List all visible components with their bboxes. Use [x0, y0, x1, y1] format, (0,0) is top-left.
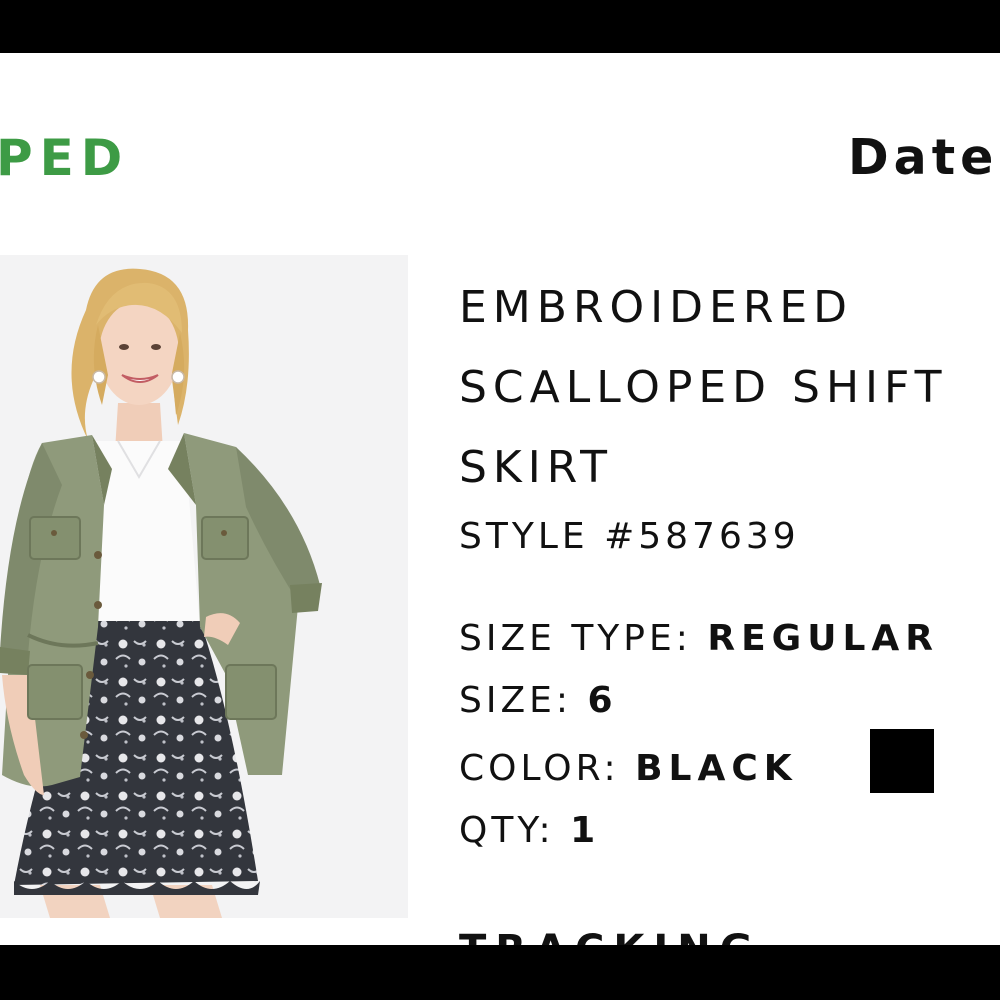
- order-status: PED: [0, 129, 130, 187]
- product-name-line-3: SKIRT: [459, 442, 614, 493]
- style-number: STYLE #587639: [459, 516, 800, 557]
- size-type-value: REGULAR: [707, 618, 939, 659]
- qty-label: QTY:: [459, 810, 555, 851]
- tracking-heading: TRACKING: [459, 930, 762, 945]
- size-type-label: SIZE TYPE:: [459, 618, 692, 659]
- size-value: 6: [587, 680, 619, 721]
- product-image[interactable]: [0, 255, 408, 918]
- color-swatch: [870, 729, 934, 793]
- size-row: SIZE: 6: [459, 683, 619, 719]
- color-label: COLOR:: [459, 748, 620, 789]
- color-row: COLOR: BLACK: [459, 751, 798, 787]
- product-name-line-2: SCALLOPED SHIFT: [459, 362, 948, 413]
- size-label: SIZE:: [459, 680, 573, 721]
- order-detail-screen: PED Date EMBROIDERED SCALLOPED SHIFT SKI…: [0, 53, 1000, 945]
- qty-value: 1: [570, 810, 602, 851]
- product-name[interactable]: EMBROIDERED SCALLOPED SHIFT SKIRT: [459, 268, 1000, 508]
- quantity-row: QTY: 1: [459, 813, 601, 849]
- device-frame: PED Date EMBROIDERED SCALLOPED SHIFT SKI…: [0, 0, 1000, 1000]
- date-label: Date: [848, 129, 999, 186]
- size-type-row: SIZE TYPE: REGULAR: [459, 621, 939, 657]
- color-value: BLACK: [635, 748, 798, 789]
- product-photo-illustration: [0, 268, 322, 918]
- product-name-line-1: EMBROIDERED: [459, 282, 854, 333]
